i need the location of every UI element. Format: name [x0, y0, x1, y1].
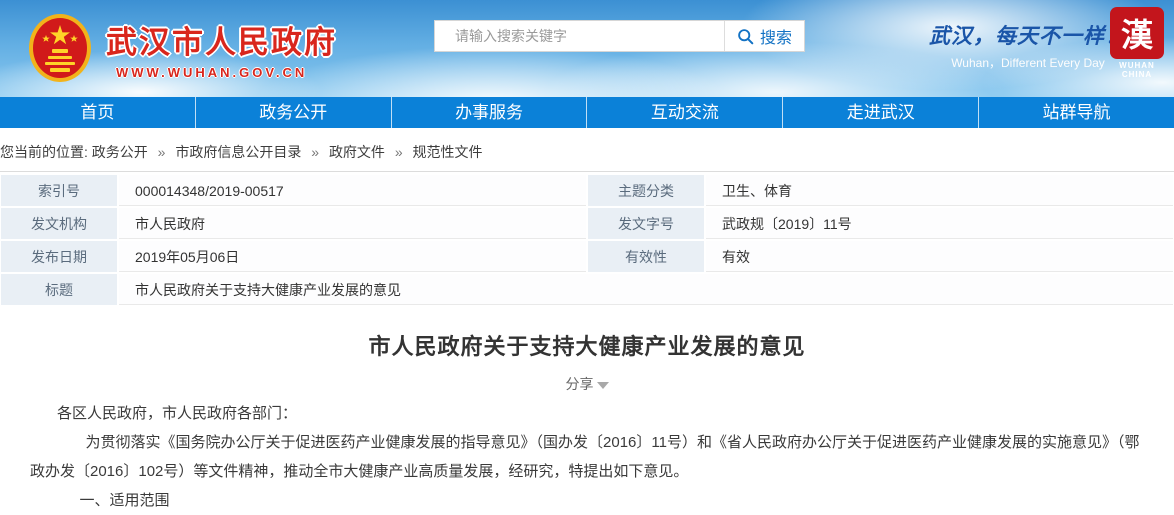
- table-row: 发布日期 2019年05月06日 有效性 有效: [0, 240, 1174, 273]
- breadcrumb-separator: »: [157, 144, 166, 160]
- share-row: 分享: [0, 374, 1174, 394]
- intro-paragraph: 为贯彻落实《国务院办公厅关于促进医药产业健康发展的指导意见》（国办发〔2016〕…: [30, 434, 1140, 480]
- main-nav: 首页 政务公开 办事服务 互动交流 走进武汉 站群导航: [0, 97, 1174, 128]
- index-number-label: 索引号: [0, 174, 118, 207]
- share-button[interactable]: 分享: [566, 374, 609, 394]
- title-value: 市人民政府关于支持大健康产业发展的意见: [118, 273, 1174, 306]
- salutation-paragraph: 各区人民政府，市人民政府各部门：: [57, 405, 298, 422]
- page-title: 市人民政府关于支持大健康产业发展的意见: [368, 334, 806, 359]
- slogan-english: Wuhan，Different Every Day: [951, 56, 1105, 70]
- breadcrumb-link-2[interactable]: 市政府信息公开目录: [175, 144, 301, 160]
- breadcrumb-link-4[interactable]: 规范性文件: [413, 144, 483, 160]
- nav-item-interaction[interactable]: 互动交流: [586, 97, 782, 128]
- section-heading: 一、适用范围: [79, 492, 170, 509]
- validity-value: 有效: [705, 240, 1174, 273]
- search-icon: [738, 28, 754, 44]
- city-slogan: 武汉，每天不一样！ Wuhan，Different Every Day: [928, 20, 1128, 71]
- breadcrumb-link-3[interactable]: 政府文件: [329, 144, 385, 160]
- document-body: 各区人民政府，市人民政府各部门： 为贯彻落实《国务院办公厅关于促进医药产业健康发…: [0, 399, 1174, 515]
- national-emblem-icon: [29, 14, 91, 82]
- seal-caption-line2: CHINA: [1121, 70, 1153, 79]
- breadcrumb-prefix: 您当前的位置:: [0, 144, 88, 160]
- issuing-agency-value: 市人民政府: [118, 207, 587, 240]
- han-seal-icon: 漢: [1110, 7, 1164, 59]
- search-box: 搜索: [434, 20, 805, 52]
- nav-item-services[interactable]: 办事服务: [390, 97, 587, 128]
- wuhan-seal-logo: 漢 WUHAN CHINA: [1108, 7, 1166, 79]
- seal-caption-line1: WUHAN: [1119, 61, 1155, 70]
- publish-date-value: 2019年05月06日: [118, 240, 587, 273]
- header-banner: 武汉市人民政府 WWW.WUHAN.GOV.CN 搜索 武汉，每天不一样！ Wu…: [0, 0, 1174, 97]
- breadcrumb-link-1[interactable]: 政务公开: [92, 144, 148, 160]
- site-logo[interactable]: 武汉市人民政府 WWW.WUHAN.GOV.CN: [28, 13, 337, 83]
- table-row: 发文机构 市人民政府 发文字号 武政规〔2019〕11号: [0, 207, 1174, 240]
- site-title-block: 武汉市人民政府 WWW.WUHAN.GOV.CN: [106, 13, 337, 80]
- breadcrumb-separator: »: [394, 144, 403, 160]
- table-row: 标题 市人民政府关于支持大健康产业发展的意见: [0, 273, 1174, 306]
- search-input[interactable]: [435, 21, 724, 51]
- search-button-label: 搜索: [759, 30, 792, 47]
- page: 武汉市人民政府 WWW.WUHAN.GOV.CN 搜索 武汉，每天不一样！ Wu…: [0, 0, 1174, 509]
- table-row: 索引号 000014348/2019-00517 主题分类 卫生、体育: [0, 174, 1174, 207]
- site-url: WWW.WUHAN.GOV.CN: [116, 65, 308, 80]
- document-info-table: 索引号 000014348/2019-00517 主题分类 卫生、体育 发文机构…: [0, 174, 1174, 306]
- validity-label: 有效性: [587, 240, 705, 273]
- document-number-label: 发文字号: [587, 207, 705, 240]
- document-number-value: 武政规〔2019〕11号: [705, 207, 1174, 240]
- title-label: 标题: [0, 273, 118, 306]
- search-button[interactable]: 搜索: [724, 21, 804, 51]
- breadcrumb-separator: »: [311, 144, 320, 160]
- slogan-chinese: 武汉，每天不一样！: [929, 25, 1127, 48]
- publish-date-label: 发布日期: [0, 240, 118, 273]
- share-label: 分享: [565, 376, 594, 392]
- nav-item-site-map[interactable]: 站群导航: [978, 97, 1174, 128]
- index-number-value: 000014348/2019-00517: [118, 174, 587, 207]
- topic-category-value: 卫生、体育: [705, 174, 1174, 207]
- topic-category-label: 主题分类: [587, 174, 705, 207]
- chevron-down-icon: [596, 382, 609, 389]
- breadcrumb: 您当前的位置: 政务公开 » 市政府信息公开目录 » 政府文件 » 规范性文件: [0, 128, 1174, 172]
- nav-item-about-wuhan[interactable]: 走进武汉: [782, 97, 978, 128]
- issuing-agency-label: 发文机构: [0, 207, 118, 240]
- nav-item-gov-info[interactable]: 政务公开: [194, 97, 391, 128]
- site-name: 武汉市人民政府: [106, 25, 337, 60]
- nav-item-home[interactable]: 首页: [0, 97, 195, 128]
